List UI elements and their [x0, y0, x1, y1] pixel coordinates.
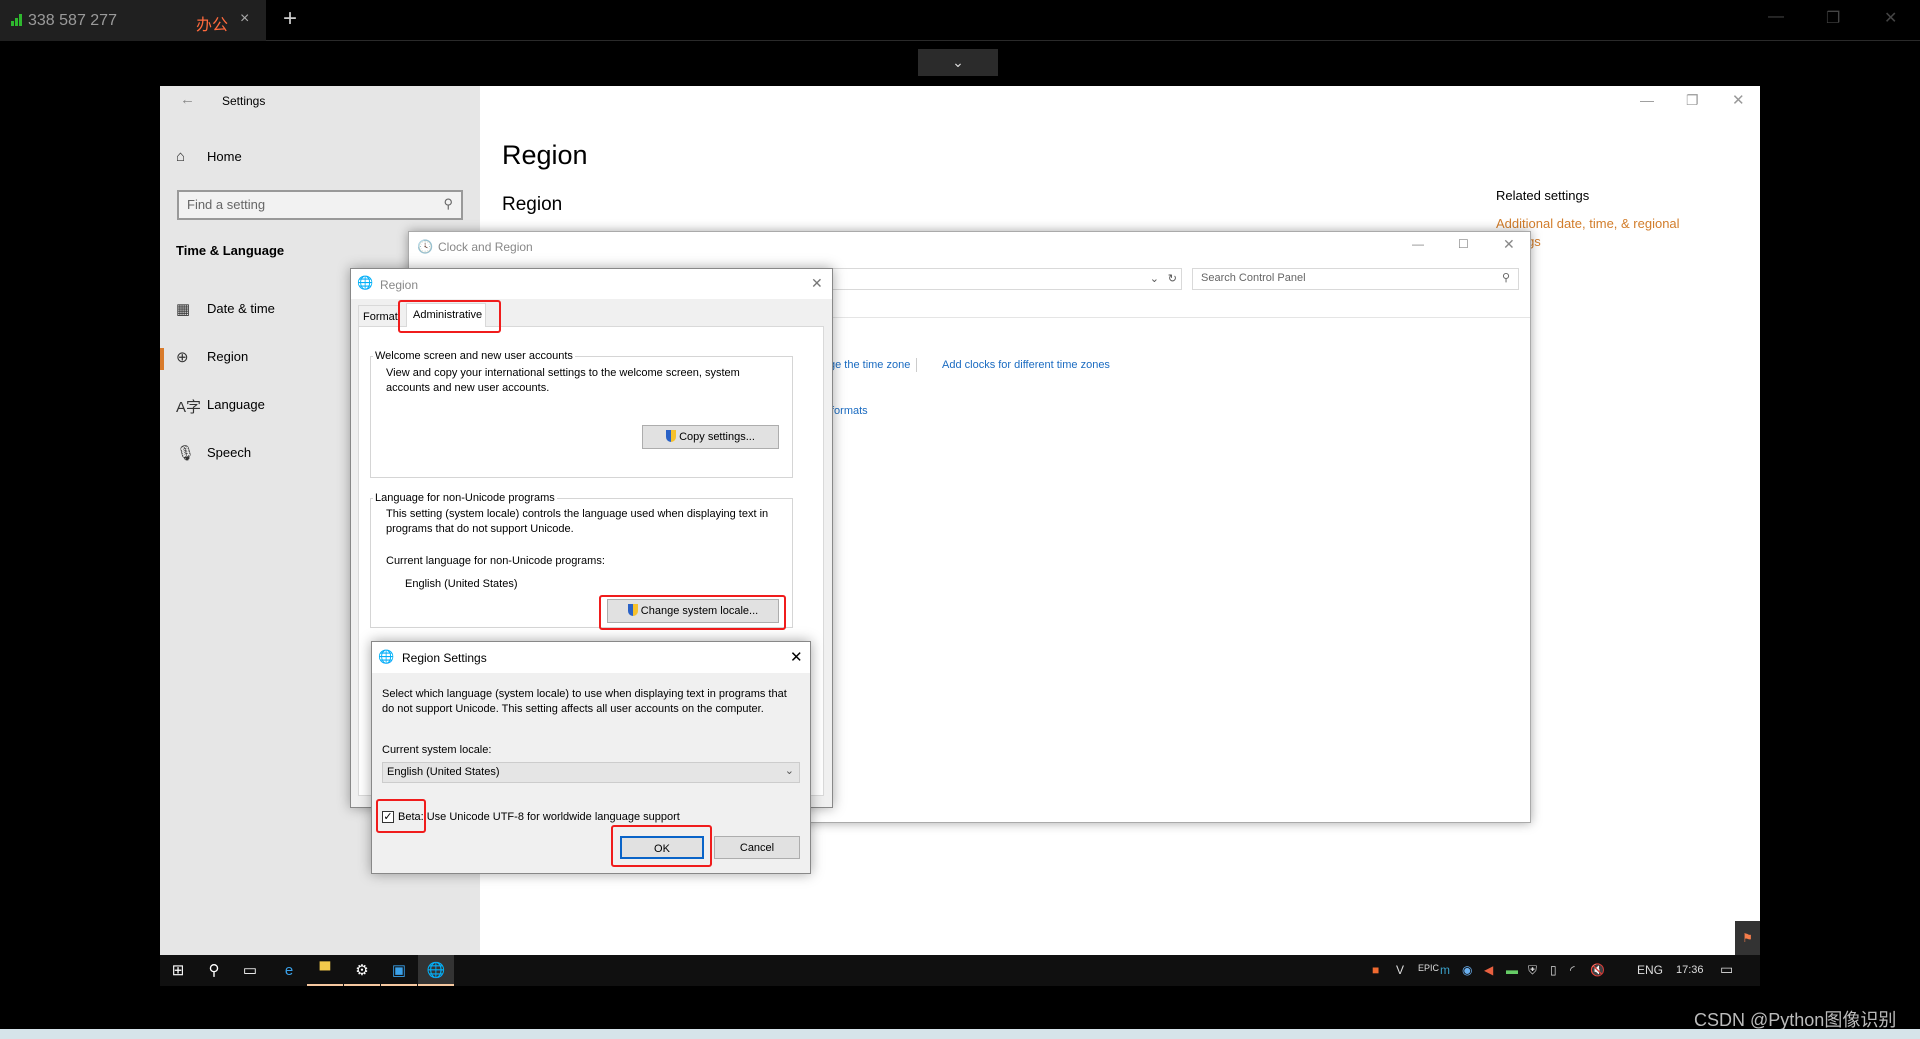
- tray-m-icon[interactable]: m: [1440, 963, 1450, 977]
- collapse-toolbar-button[interactable]: ⌄: [918, 49, 998, 76]
- signal-icon: [11, 14, 25, 26]
- search-icon: ⚲: [1501, 272, 1510, 284]
- highlight-box: [611, 825, 712, 867]
- new-tab-button[interactable]: +: [283, 5, 297, 33]
- close-button[interactable]: ✕: [1503, 236, 1515, 253]
- highlight-box: [398, 300, 501, 333]
- settings-gear-icon[interactable]: ⚙: [344, 955, 380, 986]
- usb-icon[interactable]: ▯: [1550, 963, 1557, 977]
- microphone-icon: 🎙: [176, 445, 196, 462]
- tray-key-icon[interactable]: ◉: [1462, 963, 1472, 977]
- group-text: This setting (system locale) controls th…: [386, 508, 769, 535]
- title-bar: 🌐 Region ✕: [351, 269, 832, 299]
- tab-name: 办公: [196, 17, 229, 34]
- file-explorer-icon[interactable]: ▀: [307, 955, 343, 986]
- active-indicator: [160, 348, 164, 370]
- wifi-icon[interactable]: ◜: [1570, 963, 1575, 977]
- volume-muted-icon[interactable]: 🔇: [1590, 963, 1605, 977]
- copy-settings-button[interactable]: Copy settings...: [642, 425, 779, 449]
- search-icon[interactable]: ⚲: [196, 955, 232, 986]
- language-icon: A字: [176, 399, 202, 416]
- clock-region-taskbar-icon[interactable]: 🌐: [418, 955, 454, 986]
- taskbar: ⊞ ⚲ ▭ e ▀ ⚙ ▣ 🌐 ■ V EPIC m ◉ ◀ ▬ ⛨ ▯ ◜ 🔇…: [160, 955, 1760, 986]
- group-text: View and copy your international setting…: [386, 367, 740, 394]
- find-setting-input[interactable]: Find a setting ⚲: [177, 190, 463, 220]
- formats-link[interactable]: formats: [831, 405, 868, 417]
- highlight-box: [376, 799, 426, 833]
- maximize-button[interactable]: ☐: [1458, 237, 1469, 251]
- add-clocks-link[interactable]: Add clocks for different time zones: [942, 359, 1110, 371]
- internet-explorer-icon[interactable]: e: [271, 955, 307, 986]
- epic-games-icon[interactable]: EPIC: [1418, 963, 1439, 973]
- locale-label: Current system locale:: [382, 744, 492, 756]
- minimize-button[interactable]: —: [1768, 8, 1784, 26]
- tray-app-icon[interactable]: V: [1396, 963, 1404, 977]
- checkbox-label: Beta: Use Unicode UTF-8 for worldwide la…: [398, 811, 680, 823]
- description: Select which language (system locale) to…: [382, 688, 787, 715]
- back-button[interactable]: ←: [180, 91, 195, 108]
- tray-drive-check-icon[interactable]: ▬: [1506, 963, 1518, 977]
- tray-app-icon[interactable]: ■: [1372, 963, 1379, 977]
- clock[interactable]: 17:36: [1676, 964, 1704, 976]
- restore-button[interactable]: ❐: [1826, 8, 1840, 28]
- window-title: Settings: [222, 94, 266, 108]
- minimize-button[interactable]: —: [1412, 237, 1424, 251]
- close-tab-button[interactable]: ×: [240, 10, 249, 28]
- control-panel-icon[interactable]: ▣: [381, 955, 417, 986]
- change-time-zone-link[interactable]: ge the time zone: [829, 359, 910, 371]
- settings-maximize-button[interactable]: ❐: [1686, 92, 1699, 109]
- window-title: Clock and Region: [438, 240, 533, 254]
- tab-formats[interactable]: Formats: [358, 305, 400, 327]
- globe-icon: 🌐: [357, 275, 374, 290]
- uac-shield-icon: [666, 430, 677, 442]
- separator: [916, 358, 917, 372]
- address-bar[interactable]: ⌄ ↻: [829, 268, 1182, 290]
- refresh-icon: ↻: [1167, 273, 1177, 285]
- globe-icon: ⊕: [176, 349, 189, 366]
- globe-icon: 🌐: [378, 649, 395, 664]
- remote-session-bar: 338 587 277 办公 × + — ❐ ✕: [0, 0, 1920, 41]
- related-settings-heading: Related settings: [1496, 188, 1590, 203]
- chevron-down-icon: ⌄: [784, 765, 794, 777]
- current-language-value: English (United States): [405, 578, 518, 590]
- chevron-down-icon: ⌄: [1149, 273, 1159, 285]
- settings-close-button[interactable]: ✕: [1732, 91, 1745, 109]
- tray-speaker-app-icon[interactable]: ◀: [1484, 963, 1493, 977]
- locale-select[interactable]: English (United States) ⌄: [382, 762, 800, 783]
- region-settings-dialog: 🌐 Region Settings ✕ Select which languag…: [371, 641, 811, 874]
- group-label: Language for non-Unicode programs: [373, 492, 557, 504]
- calendar-clock-icon: ▦: [176, 301, 191, 318]
- title-bar: 🌐 Region Settings ✕: [372, 642, 810, 673]
- clock-region-icon: 🕓: [417, 239, 434, 254]
- highlight-box: [599, 595, 786, 630]
- page-title: Region: [502, 140, 588, 170]
- search-control-panel-input[interactable]: Search Control Panel ⚲: [1192, 268, 1519, 290]
- settings-minimize-button[interactable]: —: [1640, 92, 1654, 108]
- section-heading: Time & Language: [176, 243, 285, 258]
- security-shield-icon[interactable]: ⛨: [1528, 963, 1537, 978]
- section-title: Region: [502, 194, 563, 215]
- action-center-icon[interactable]: ▭: [1720, 961, 1733, 978]
- group-label: Welcome screen and new user accounts: [373, 350, 575, 362]
- close-window-button[interactable]: ✕: [1884, 8, 1897, 28]
- start-windows-icon[interactable]: ⊞: [160, 955, 196, 986]
- input-language[interactable]: ENG: [1637, 963, 1663, 977]
- cancel-button[interactable]: Cancel: [714, 836, 800, 859]
- notification-flag-icon[interactable]: ⚑: [1735, 921, 1760, 955]
- current-language-label: Current language for non-Unicode program…: [386, 555, 605, 567]
- close-button[interactable]: ✕: [790, 648, 803, 666]
- bottom-strip: [0, 1029, 1920, 1039]
- session-tab[interactable]: 338 587 277 办公 ×: [0, 0, 266, 41]
- search-icon: ⚲: [443, 196, 453, 211]
- nav-home[interactable]: ⌂ Home: [160, 138, 480, 178]
- task-view-icon[interactable]: ▭: [232, 955, 268, 986]
- home-icon: ⌂: [176, 148, 186, 165]
- session-id: 338 587 277: [28, 12, 117, 29]
- close-button[interactable]: ✕: [811, 275, 823, 292]
